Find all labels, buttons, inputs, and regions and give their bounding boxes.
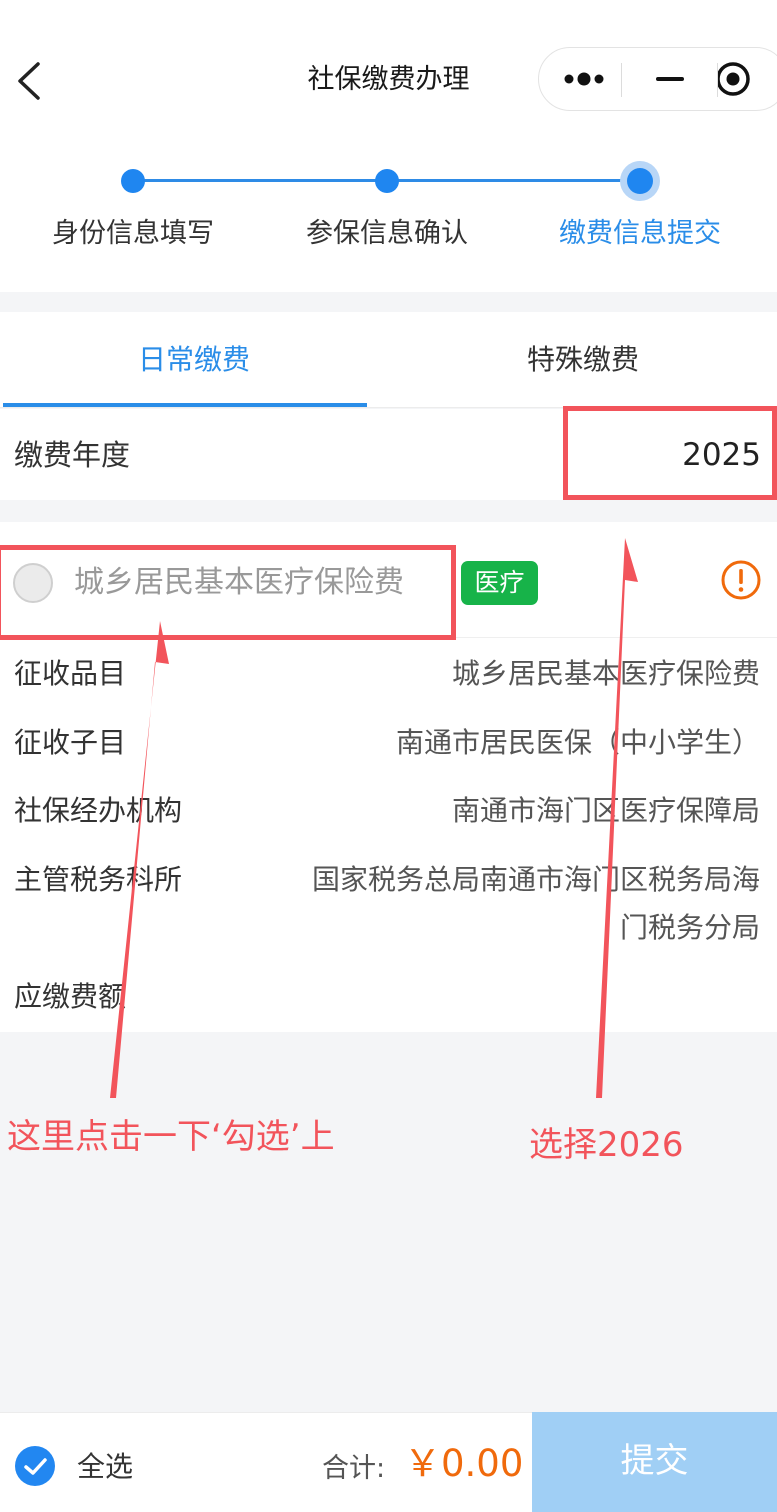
annotation-text-left: 这里点击一下‘勾选’上 [7,1117,335,1157]
check-icon [24,1458,47,1475]
select-all-label[interactable]: 全选 [77,1444,133,1490]
select-all-checkbox[interactable] [15,1446,55,1486]
total-label: 合计: [322,1453,386,1484]
annotation-text-right: 选择2026 [529,1125,684,1165]
annotation-arrow-right [596,538,638,1098]
annotation-arrow-left [110,621,169,1098]
annotation-arrows [110,538,638,1098]
submit-button[interactable]: 提交 [532,1412,777,1512]
total-amount: ￥0.00 [404,1442,524,1485]
